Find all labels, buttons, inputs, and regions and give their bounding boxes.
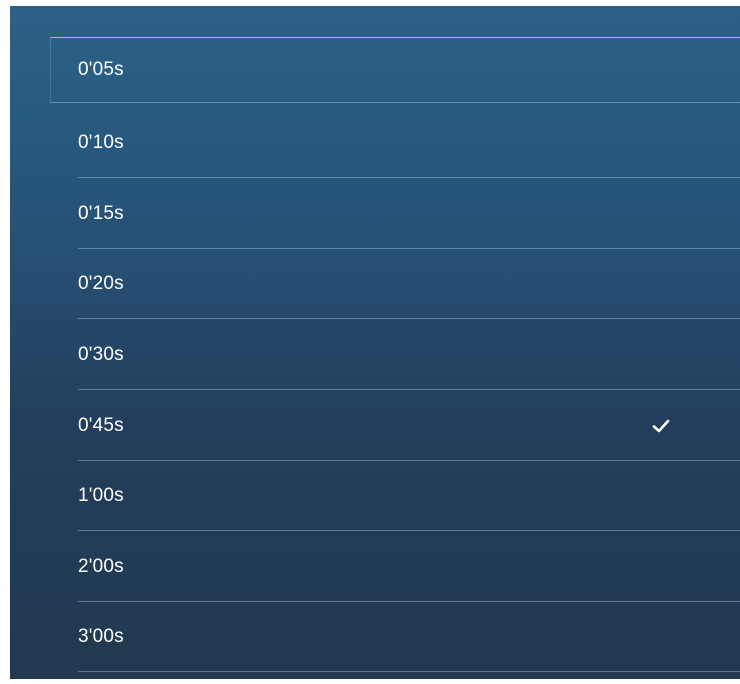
divider	[78, 177, 740, 178]
list-item-label: 0'15s	[78, 203, 124, 224]
focus-highlight	[50, 37, 740, 103]
list-item-label: 0'10s	[78, 132, 124, 153]
divider	[78, 389, 740, 390]
list-item-0-10s[interactable]: 0'10s	[10, 108, 740, 178]
list-item-label: 3'00s	[78, 626, 124, 647]
list-item-1-00s[interactable]: 1'00s	[10, 461, 740, 531]
list-item-0-15s[interactable]: 0'15s	[10, 179, 740, 249]
list-item-label: 0'30s	[78, 344, 124, 365]
list-item-label: 0'20s	[78, 273, 124, 294]
divider	[78, 671, 740, 672]
list-item-label: 1'00s	[78, 485, 124, 506]
list-item-3-00s[interactable]: 3'00s	[10, 602, 740, 672]
divider	[78, 530, 740, 531]
list-item-label: 0'05s	[78, 59, 124, 80]
list-item-0-45s[interactable]: 0'45s	[10, 391, 740, 461]
list-item-2-00s[interactable]: 2'00s	[10, 532, 740, 602]
option-list-panel: 0'05s 0'10s 0'15s 0'20s 0'30s 0'45s 1'00	[10, 6, 740, 679]
list-item-0-20s[interactable]: 0'20s	[10, 249, 740, 319]
interval-option-list: 0'05s 0'10s 0'15s 0'20s 0'30s 0'45s 1'00	[10, 6, 740, 679]
list-item-label: 0'45s	[78, 415, 124, 436]
checkmark-icon	[652, 419, 670, 433]
list-item-0-05s[interactable]: 0'05s	[10, 37, 740, 103]
list-item-label: 2'00s	[78, 556, 124, 577]
divider	[78, 318, 740, 319]
list-item-0-30s[interactable]: 0'30s	[10, 320, 740, 390]
